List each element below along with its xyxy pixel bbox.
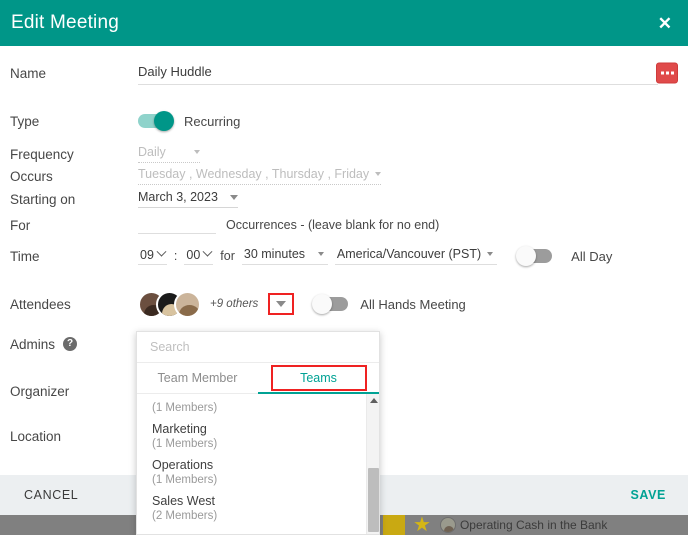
cancel-button[interactable]: CANCEL: [24, 488, 78, 502]
time-row: Time 09 : 00 for 30 minutes America/Vanc…: [0, 242, 688, 270]
hour-select[interactable]: 09: [138, 246, 167, 265]
attendees-dropdown-tabs: Team Member Teams: [137, 363, 379, 394]
occurs-value: Tuesday , Wednesday , Thursday , Friday: [138, 167, 370, 181]
attendees-others-count: +9 others: [210, 298, 259, 310]
hour-value: 09: [140, 247, 154, 262]
occurs-select[interactable]: Tuesday , Wednesday , Thursday , Friday: [138, 167, 382, 185]
tab-teams[interactable]: Teams: [258, 363, 379, 394]
save-button[interactable]: SAVE: [630, 488, 666, 502]
team-name: Marketing: [152, 422, 207, 436]
minute-select[interactable]: 00: [184, 246, 214, 265]
teams-list-scrollbar[interactable]: [366, 394, 379, 534]
attendees-dropdown-toggle[interactable]: [268, 293, 295, 315]
duration-select[interactable]: 30 minutes: [241, 247, 328, 265]
attendee-avatar-3: [174, 290, 201, 318]
team-name: Operations: [152, 458, 214, 472]
help-icon[interactable]: ?: [63, 337, 78, 351]
chevron-down-icon: [230, 194, 238, 200]
type-label: Type: [10, 113, 40, 129]
chevron-down-icon: [276, 301, 287, 307]
name-input[interactable]: [138, 61, 658, 85]
recurring-toggle-label: Recurring: [184, 113, 241, 129]
all-day-toggle-label: All Day: [571, 248, 613, 264]
page-title: Edit Meeting: [11, 12, 120, 33]
chevron-down-icon: [487, 252, 494, 256]
chevron-down-icon: [156, 246, 167, 257]
timezone-select[interactable]: America/Vancouver (PST): [334, 247, 498, 265]
recurring-toggle[interactable]: [138, 111, 174, 131]
attendees-row: Attendees +9 others All Hands Meeting: [0, 289, 688, 319]
time-separator: :: [173, 249, 178, 263]
minute-value: 00: [186, 247, 201, 262]
list-item[interactable]: Operations (1 Members): [137, 454, 379, 490]
tab-team-member[interactable]: Team Member: [137, 363, 258, 394]
teams-list: (1 Members) Marketing (1 Members) Operat…: [137, 394, 379, 534]
starting-on-select[interactable]: March 3, 2023: [138, 190, 238, 208]
location-label: Location: [10, 428, 62, 444]
list-item[interactable]: Marketing (1 Members): [137, 418, 379, 454]
team-members: (2 Members): [152, 510, 218, 522]
frequency-select[interactable]: Daily: [138, 145, 200, 163]
team-members: (1 Members): [152, 402, 218, 414]
search-input[interactable]: [137, 332, 379, 363]
list-item[interactable]: Sales West (2 Members): [137, 490, 379, 526]
background-color-swatch: [383, 515, 405, 535]
scrollbar-thumb[interactable]: [368, 468, 379, 532]
starting-on-row: Starting on March 3, 2023: [0, 186, 688, 212]
more-options-icon[interactable]: [656, 62, 678, 84]
background-item-label: Operating Cash in the Bank: [459, 518, 608, 532]
admins-label: Admins: [10, 336, 56, 352]
occurs-row: Occurs Tuesday , Wednesday , Thursday , …: [0, 164, 688, 188]
for-label: For: [10, 217, 31, 233]
organizer-label: Organizer: [10, 383, 70, 399]
frequency-value: Daily: [138, 145, 166, 159]
type-row: Type Recurring: [0, 107, 688, 135]
admins-label-group: Admins ?: [0, 337, 138, 352]
all-hands-meeting-label: All Hands Meeting: [360, 296, 466, 312]
frequency-row: Frequency Daily: [0, 142, 688, 166]
frequency-label: Frequency: [10, 146, 74, 162]
all-hands-meeting-toggle[interactable]: [312, 294, 349, 314]
timezone-value: America/Vancouver (PST): [336, 247, 482, 261]
team-members: (1 Members): [152, 438, 218, 450]
team-name: Sales West: [152, 494, 215, 508]
name-label: Name: [10, 65, 47, 81]
list-item[interactable]: (1 Members): [137, 396, 379, 418]
dialog-header: Edit Meeting ✕: [0, 0, 688, 46]
chevron-down-icon: [202, 246, 213, 257]
duration-value: 30 minutes: [243, 247, 306, 261]
team-members: (1 Members): [152, 474, 218, 486]
starting-on-label: Starting on: [10, 191, 76, 207]
name-row: Name: [0, 58, 688, 88]
for-row: For Occurrences - (leave blank for no en…: [0, 211, 688, 239]
all-day-toggle[interactable]: [516, 246, 553, 266]
occurrences-hint: Occurrences - (leave blank for no end): [226, 218, 440, 232]
starting-on-value: March 3, 2023: [138, 190, 218, 204]
time-label: Time: [10, 248, 40, 264]
avatar-icon: [439, 517, 456, 533]
close-icon[interactable]: ✕: [656, 11, 674, 36]
chevron-down-icon: [194, 150, 200, 154]
caret-up-icon[interactable]: [370, 398, 378, 403]
chevron-down-icon: [375, 172, 382, 176]
time-for-text: for: [220, 249, 235, 263]
occurs-label: Occurs: [10, 168, 53, 184]
screen: ★ Operating Cash in the Bank Edit Meetin…: [0, 0, 688, 535]
star-icon: ★: [413, 514, 431, 535]
attendee-avatars[interactable]: [138, 290, 201, 318]
attendees-dropdown-panel: Team Member Teams (1 Members) Marketing …: [136, 331, 380, 535]
attendees-label: Attendees: [10, 296, 71, 312]
chevron-down-icon: [317, 252, 324, 256]
occurrences-input[interactable]: [138, 216, 216, 234]
